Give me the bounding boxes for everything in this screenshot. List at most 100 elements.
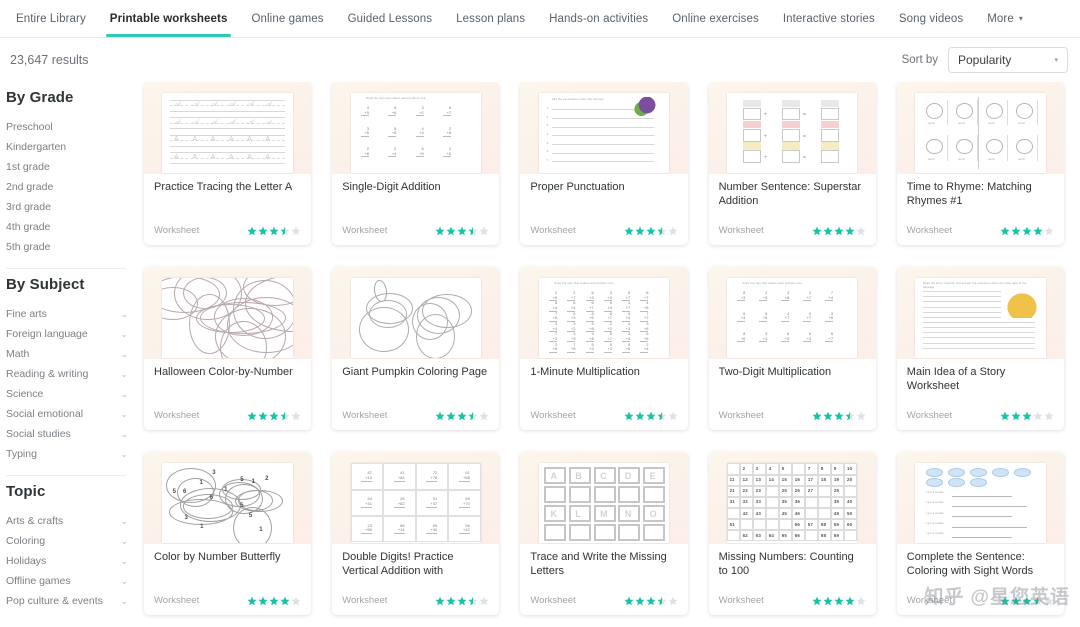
worksheet-card[interactable]: Giant Pumpkin Coloring Page Worksheet xyxy=(332,267,499,430)
filter-item-math[interactable]: Math ⌄ xyxy=(6,344,128,364)
worksheet-title[interactable]: Trace and Write the Missing Letters xyxy=(530,551,677,578)
filter-item-5th-grade[interactable]: 5th grade xyxy=(6,237,128,257)
worksheet-card[interactable]: word word word word word word word word Time to … xyxy=(897,82,1064,245)
chevron-down-icon[interactable]: ⌄ xyxy=(120,576,128,587)
filter-item-coloring[interactable]: Coloring ⌄ xyxy=(6,531,128,551)
worksheet-card-footer: Worksheet xyxy=(719,225,866,245)
nav-tab-more[interactable]: More ▾ xyxy=(975,0,1035,37)
nav-tab-online-exercises[interactable]: Online exercises xyxy=(660,0,771,37)
worksheet-title[interactable]: Main Idea of a Story Worksheet xyxy=(907,366,1054,393)
worksheet-title[interactable]: Proper Punctuation xyxy=(530,181,677,195)
worksheet-title[interactable]: Halloween Color-by-Number xyxy=(154,366,301,380)
filter-item-pop-culture-events[interactable]: Pop culture & events ⌄ xyxy=(6,591,128,611)
star-empty-icon xyxy=(479,596,489,606)
nav-tab-label: Guided Lessons xyxy=(348,13,433,25)
worksheet-card[interactable]: Draw the sign that makes each problem tr… xyxy=(520,267,687,430)
filter-item-label: Math xyxy=(6,348,29,360)
chevron-down-icon[interactable]: ⌄ xyxy=(120,309,128,320)
nav-tab-online-games[interactable]: Online games xyxy=(239,0,335,37)
worksheet-title[interactable]: Missing Numbers: Counting to 100 xyxy=(719,551,866,578)
chevron-down-icon[interactable]: ⌄ xyxy=(120,369,128,380)
worksheet-card[interactable]: 87+1041+8472+7861+6864+4126+6251+3769+70… xyxy=(332,452,499,615)
star-half-icon xyxy=(468,411,478,421)
worksheet-title[interactable]: 1-Minute Multiplication xyxy=(530,366,677,380)
filter-item-holidays[interactable]: Holidays ⌄ xyxy=(6,551,128,571)
nav-tab-hands-on-activities[interactable]: Hands-on activities xyxy=(537,0,660,37)
worksheet-card[interactable]: A B C D E K L M N O Trace and Write the Missing Le… xyxy=(520,452,687,615)
worksheet-card[interactable]: + = + = + = Number Sentence: Superstar Additio… xyxy=(709,82,876,245)
star-filled-icon xyxy=(823,226,833,236)
star-filled-icon xyxy=(269,226,279,236)
worksheet-type-label: Worksheet xyxy=(907,225,952,236)
chevron-down-icon[interactable]: ⌄ xyxy=(120,516,128,527)
star-half-icon xyxy=(657,596,667,606)
nav-tab-lesson-plans[interactable]: Lesson plans xyxy=(444,0,537,37)
sort-select[interactable]: Popularity ▾ xyxy=(948,47,1068,73)
worksheet-title[interactable]: Number Sentence: Superstar Addition xyxy=(719,181,866,208)
nav-tab-guided-lessons[interactable]: Guided Lessons xyxy=(336,0,445,37)
filter-item-fine-arts[interactable]: Fine arts ⌄ xyxy=(6,304,128,324)
star-filled-icon xyxy=(823,411,833,421)
star-filled-icon xyxy=(247,596,257,606)
filter-item-social-studies[interactable]: Social studies ⌄ xyxy=(6,424,128,444)
filter-item-2nd-grade[interactable]: 2nd grade xyxy=(6,177,128,197)
chevron-down-icon: ▾ xyxy=(1054,56,1058,64)
chevron-down-icon[interactable]: ⌄ xyxy=(120,536,128,547)
chevron-down-icon[interactable]: ⌄ xyxy=(120,596,128,607)
star-filled-icon xyxy=(457,226,467,236)
chevron-down-icon[interactable]: ⌄ xyxy=(120,389,128,400)
star-filled-icon xyxy=(646,411,656,421)
chevron-down-icon[interactable]: ⌄ xyxy=(120,449,128,460)
filter-item-typing[interactable]: Typing ⌄ xyxy=(6,444,128,464)
filter-item-kindergarten[interactable]: Kindergarten xyxy=(6,137,128,157)
filter-item-offline-games[interactable]: Offline games ⌄ xyxy=(6,571,128,591)
filter-item-1st-grade[interactable]: 1st grade xyxy=(6,157,128,177)
chevron-down-icon[interactable]: ⌄ xyxy=(120,329,128,340)
star-filled-icon xyxy=(1000,596,1010,606)
star-empty-icon xyxy=(856,226,866,236)
filter-item-4th-grade[interactable]: 4th grade xyxy=(6,217,128,237)
filter-item-preschool[interactable]: Preschool xyxy=(6,117,128,137)
worksheet-title[interactable]: Double Digits! Practice Vertical Additio… xyxy=(342,551,489,578)
worksheet-card[interactable]: Add the punctuation mark that belongs. 1.… xyxy=(520,82,687,245)
worksheet-thumbnail: 𝒜𝒜𝒜𝒜𝒜𝒜𝒜𝒜𝒜𝒜𝒜𝒜AAAAAAAAAAAA xyxy=(144,82,311,174)
filter-section-title: By Subject xyxy=(6,276,128,293)
worksheet-title[interactable]: Time to Rhyme: Matching Rhymes #1 xyxy=(907,181,1054,208)
star-half-icon xyxy=(468,226,478,236)
worksheet-card[interactable]: 𝒜 𝒜 𝒜 𝒜 𝒜 𝒜 𝒜 𝒜 𝒜 𝒜 𝒜 𝒜 A A A A A A A A A A A A Practice Tracing… xyxy=(144,82,311,245)
worksheet-card[interactable]: Halloween Color-by-Number Worksheet xyxy=(144,267,311,430)
worksheet-thumbnail: 87+1041+8472+7861+6864+4126+6251+3769+70… xyxy=(332,452,499,544)
worksheet-title[interactable]: Color by Number Butterfly xyxy=(154,551,301,565)
worksheet-title[interactable]: Giant Pumpkin Coloring Page xyxy=(342,366,489,380)
worksheet-card-footer: Worksheet xyxy=(719,410,866,430)
worksheet-card[interactable]: Read the story carefully and answer the … xyxy=(897,267,1064,430)
filter-item-foreign-language[interactable]: Foreign language ⌄ xyxy=(6,324,128,344)
worksheet-card[interactable]: Draw the sign that makes each problem tr… xyxy=(332,82,499,245)
filter-item-arts-crafts[interactable]: Arts & crafts ⌄ xyxy=(6,511,128,531)
worksheet-card[interactable]: 51635563112511Color by Number ButterflyW… xyxy=(144,452,311,615)
worksheet-card[interactable]: I got a cookie I got a cookie I got a cook… xyxy=(897,452,1064,615)
star-half-icon xyxy=(845,411,855,421)
chevron-down-icon[interactable]: ⌄ xyxy=(120,349,128,360)
filter-item-reading-writing[interactable]: Reading & writing ⌄ xyxy=(6,364,128,384)
chevron-down-icon[interactable]: ⌄ xyxy=(120,409,128,420)
worksheet-card[interactable]: Draw the sign that makes each problem tr… xyxy=(709,267,876,430)
worksheet-card-body: Double Digits! Practice Vertical Additio… xyxy=(332,544,499,615)
worksheet-title[interactable]: Complete the Sentence: Coloring with Sig… xyxy=(907,551,1054,578)
worksheet-title[interactable]: Practice Tracing the Letter A xyxy=(154,181,301,195)
rating-stars xyxy=(812,411,866,421)
worksheet-title[interactable]: Two-Digit Multiplication xyxy=(719,366,866,380)
filter-item-science[interactable]: Science ⌄ xyxy=(6,384,128,404)
filter-item-social-emotional[interactable]: Social emotional ⌄ xyxy=(6,404,128,424)
results-toolbar: 23,647 results Sort by Popularity ▾ xyxy=(0,38,1080,82)
worksheet-title[interactable]: Single-Digit Addition xyxy=(342,181,489,195)
star-empty-icon xyxy=(856,411,866,421)
nav-tab-song-videos[interactable]: Song videos xyxy=(887,0,975,37)
nav-tab-printable-worksheets[interactable]: Printable worksheets xyxy=(98,0,240,37)
nav-tab-entire-library[interactable]: Entire Library xyxy=(4,0,98,37)
chevron-down-icon[interactable]: ⌄ xyxy=(120,556,128,567)
chevron-down-icon[interactable]: ⌄ xyxy=(120,429,128,440)
worksheet-card[interactable]: 2345789101112131415161718192021222325262… xyxy=(709,452,876,615)
filter-item-3rd-grade[interactable]: 3rd grade xyxy=(6,197,128,217)
nav-tab-interactive-stories[interactable]: Interactive stories xyxy=(771,0,887,37)
